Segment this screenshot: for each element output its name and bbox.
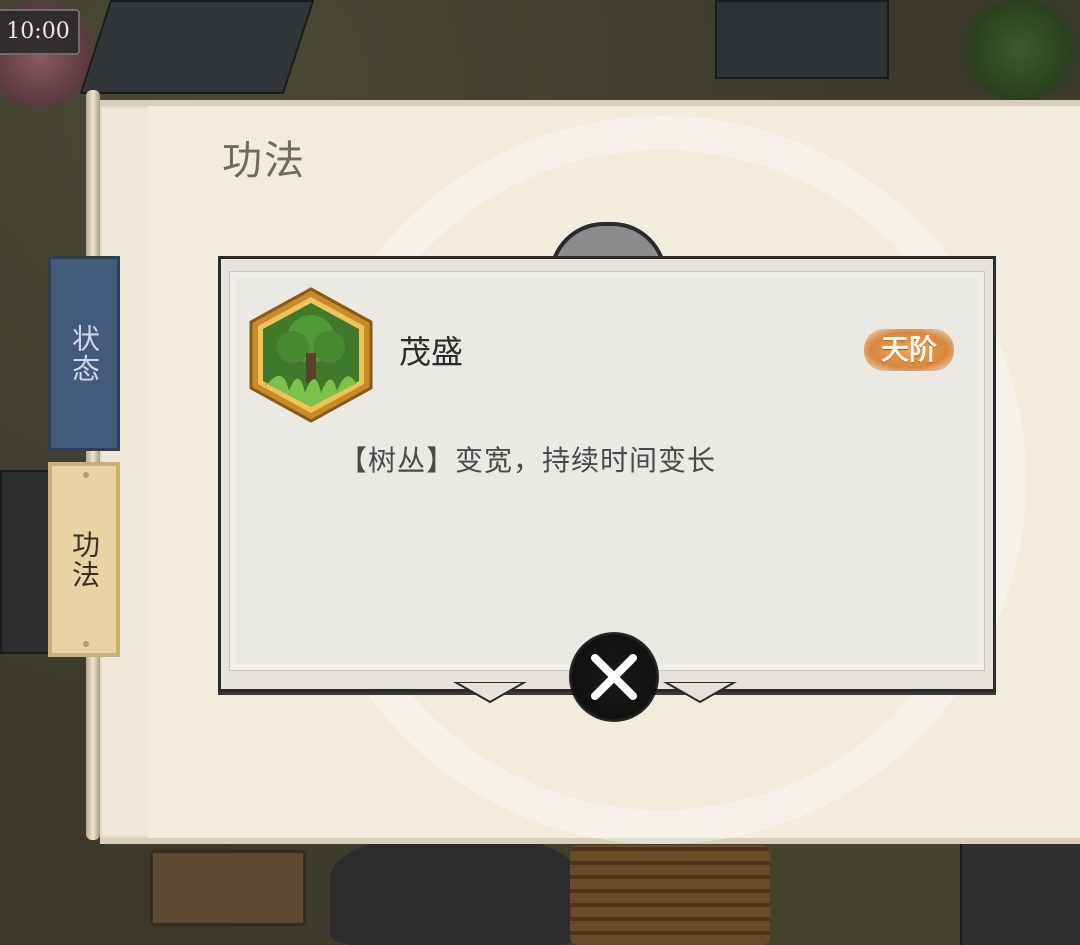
ore-cart bbox=[150, 850, 306, 926]
tab-gongfa-label: 功法 bbox=[68, 529, 101, 590]
close-button[interactable] bbox=[569, 632, 659, 722]
house-roof bbox=[715, 0, 889, 79]
log-pile bbox=[570, 845, 770, 945]
panel-title: 功法 bbox=[222, 138, 306, 184]
house-roof bbox=[960, 840, 1080, 945]
skill-name: 茂盛 bbox=[399, 333, 464, 371]
dialog-bottom-ornament bbox=[452, 682, 738, 704]
tab-pin bbox=[83, 472, 89, 478]
mine-rock bbox=[330, 835, 580, 945]
skill-detail-dialog: 茂盛 天阶 【树丛】变宽，持续时间变长 bbox=[218, 256, 996, 692]
skill-description: 【树丛】变宽，持续时间变长 bbox=[339, 444, 717, 477]
game-clock: 10:00 bbox=[0, 9, 80, 55]
tab-pin bbox=[83, 641, 89, 647]
green-tree bbox=[955, 0, 1080, 100]
tab-gongfa[interactable]: 功法 bbox=[48, 462, 120, 657]
tab-status[interactable]: 状态 bbox=[48, 256, 120, 451]
tree-icon bbox=[249, 287, 373, 423]
close-icon bbox=[591, 654, 637, 700]
house-roof bbox=[79, 0, 315, 94]
rank-badge: 天阶 bbox=[864, 329, 954, 371]
